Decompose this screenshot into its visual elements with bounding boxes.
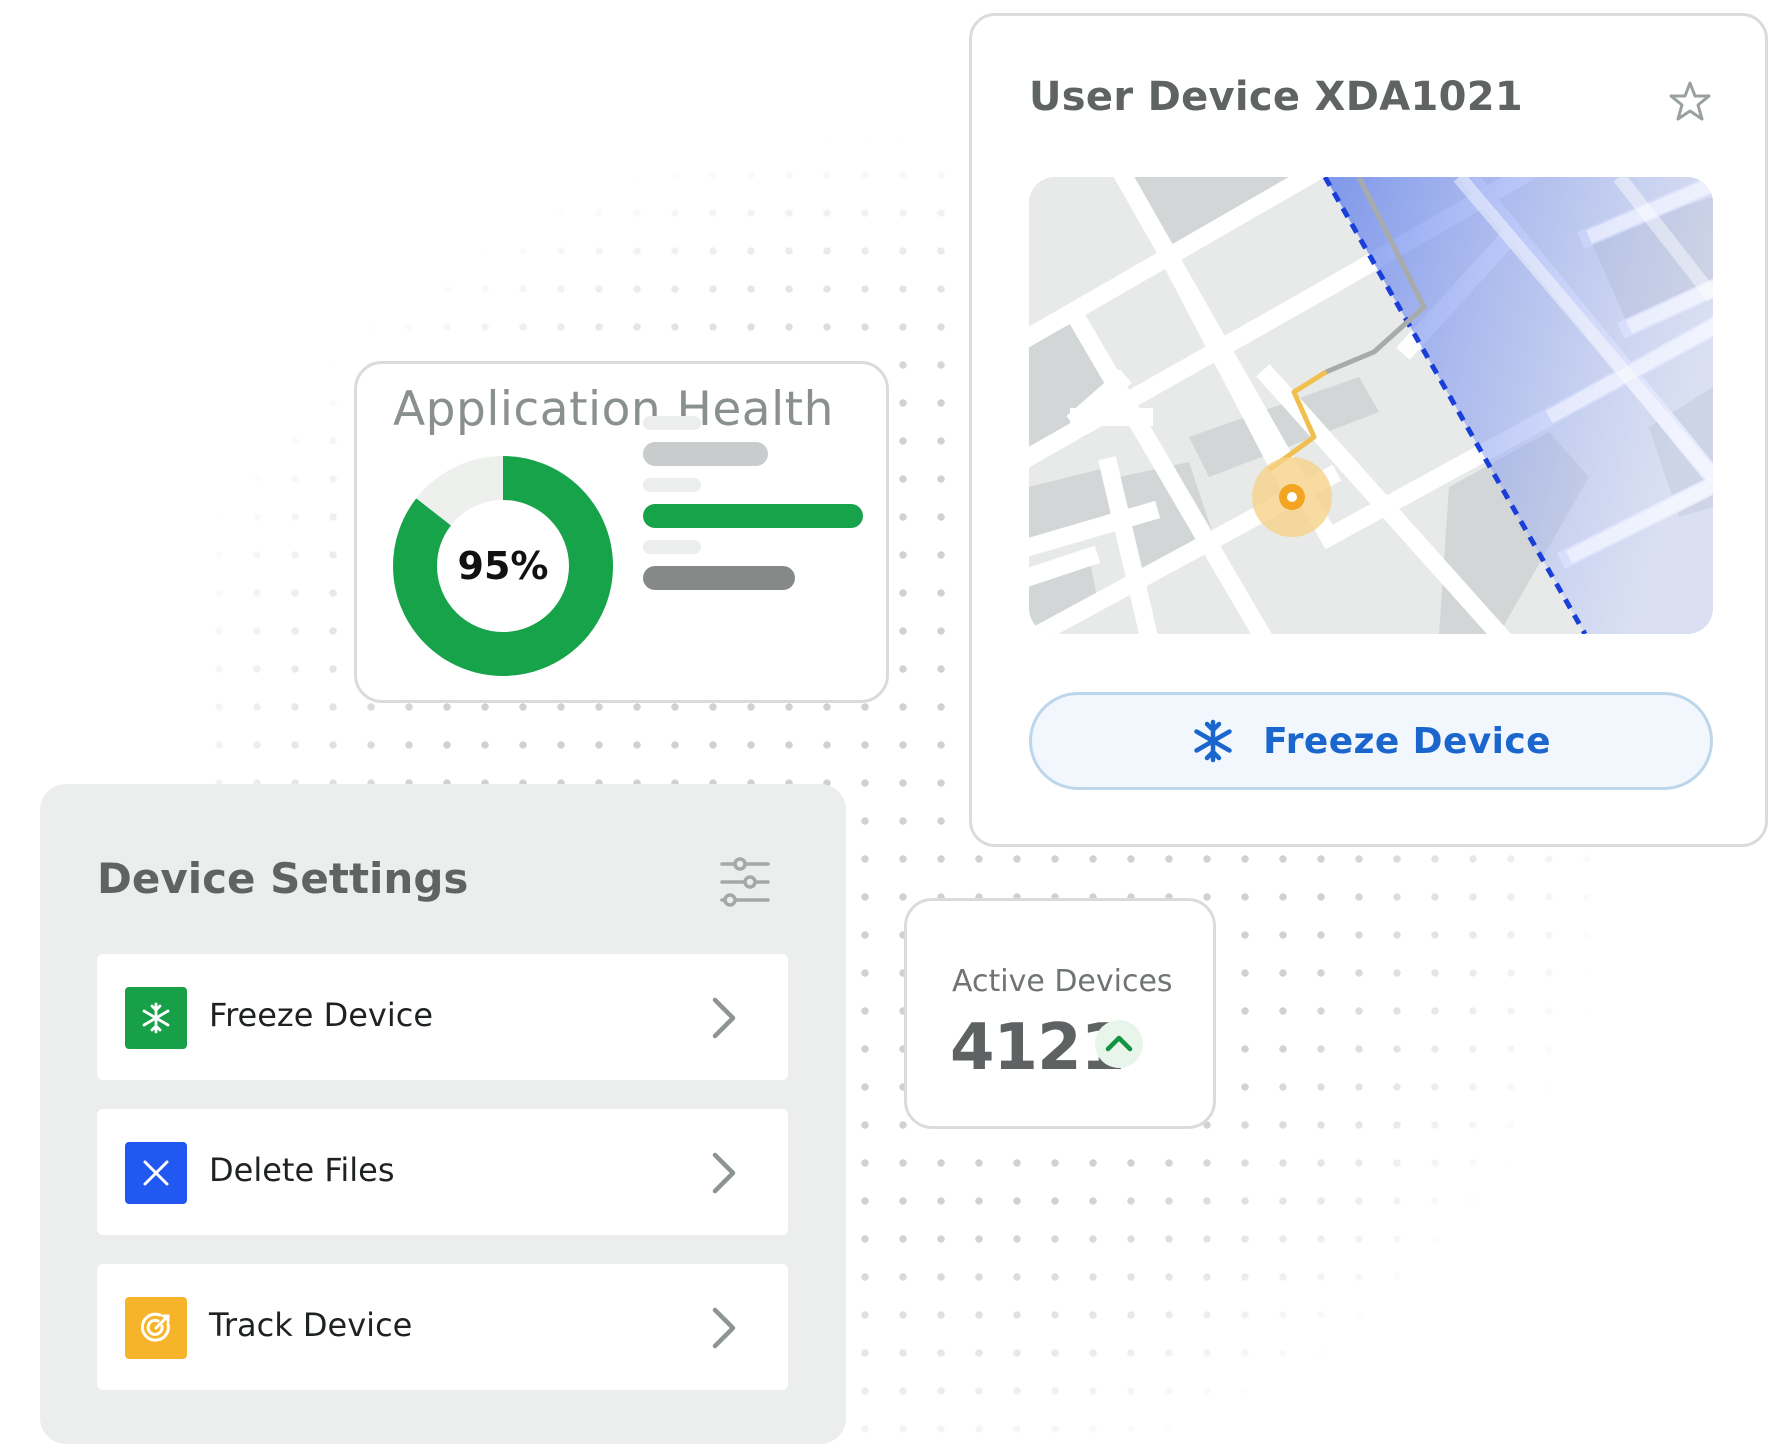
user-device-card: User Device XDA1021 Freeze Device (969, 13, 1768, 847)
snowflake-icon (1194, 719, 1232, 763)
settings-title: Device Settings (97, 854, 469, 903)
freeze-device-label: Freeze Device (1263, 720, 1551, 762)
active-devices-card: Active Devices 4121 (904, 898, 1216, 1129)
star-icon[interactable] (1667, 78, 1713, 124)
application-health-card: Application Health 95% (354, 361, 889, 703)
settings-item-label: Delete Files (209, 1151, 395, 1189)
delete-badge (125, 1142, 187, 1204)
close-icon (143, 1160, 169, 1186)
settings-item-delete-files[interactable]: Delete Files (97, 1109, 788, 1235)
skeleton-bar (643, 566, 795, 590)
chevron-right-icon (712, 997, 736, 1039)
device-title: User Device XDA1021 (1029, 74, 1523, 120)
settings-item-label: Freeze Device (209, 996, 433, 1034)
settings-item-freeze-device[interactable]: Freeze Device (97, 954, 788, 1080)
track-badge (125, 1297, 187, 1359)
freeze-badge (125, 987, 187, 1049)
settings-item-track-device[interactable]: Track Device (97, 1264, 788, 1390)
chevron-right-icon (712, 1307, 736, 1349)
settings-item-label: Track Device (209, 1306, 413, 1344)
health-progress-bar (643, 504, 863, 528)
health-donut-chart: 95% (393, 456, 613, 676)
sliders-icon[interactable] (720, 856, 770, 908)
freeze-device-button[interactable]: Freeze Device (1029, 692, 1713, 790)
target-icon (140, 1312, 170, 1342)
chevron-right-icon (712, 1152, 736, 1194)
trend-up-icon (1095, 1020, 1143, 1068)
skeleton-bar (643, 540, 701, 554)
active-devices-label: Active Devices (952, 964, 1173, 999)
snowflake-icon (142, 1002, 170, 1034)
skeleton-bar (643, 478, 701, 492)
skeleton-bar (643, 442, 768, 466)
device-settings-panel: Device Settings Freeze Device Delete Fil… (40, 784, 846, 1444)
health-title: Application Health (393, 382, 834, 437)
skeleton-bar (643, 416, 701, 430)
device-location-map[interactable] (1029, 177, 1713, 634)
health-percent-label: 95% (458, 544, 549, 588)
